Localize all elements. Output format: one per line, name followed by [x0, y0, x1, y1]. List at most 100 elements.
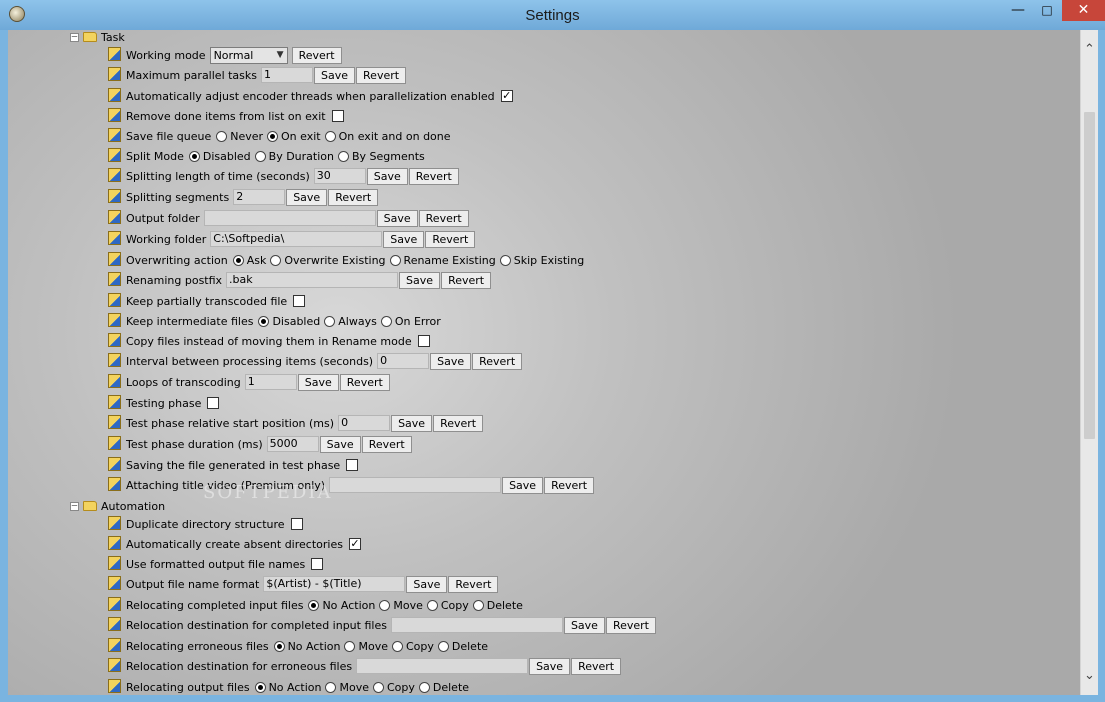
- revert-button[interactable]: Revert: [571, 657, 622, 675]
- radio-copy[interactable]: [426, 599, 438, 611]
- working-mode-select[interactable]: Normal ▼: [209, 46, 288, 64]
- revert-button[interactable]: Revert: [361, 435, 412, 453]
- close-button[interactable]: ✕: [1062, 0, 1105, 21]
- save-button[interactable]: Save: [376, 209, 418, 227]
- radio-ask[interactable]: [232, 254, 244, 266]
- split-length-input[interactable]: 30: [313, 168, 366, 184]
- revert-button[interactable]: Revert: [448, 575, 499, 593]
- radio-no-action[interactable]: [308, 599, 320, 611]
- save-button[interactable]: Save: [297, 373, 339, 391]
- revert-button[interactable]: Revert: [418, 209, 469, 227]
- radio-move[interactable]: [325, 681, 337, 693]
- radio-copy[interactable]: [372, 681, 384, 693]
- radio-disabled[interactable]: [188, 150, 200, 162]
- radio-no-action[interactable]: [273, 640, 285, 652]
- setting-label: Testing phase: [126, 396, 202, 410]
- radio-on-exit-and-done[interactable]: [324, 130, 336, 142]
- radio-overwrite-existing[interactable]: [270, 254, 282, 266]
- save-button[interactable]: Save: [391, 414, 433, 432]
- radio-disabled[interactable]: [258, 315, 270, 327]
- save-button[interactable]: Save: [366, 167, 408, 185]
- collapse-icon[interactable]: –: [70, 501, 79, 511]
- section-automation[interactable]: – Automation: [70, 496, 165, 516]
- working-folder-input[interactable]: C:\Softpedia\: [210, 231, 383, 247]
- setting-icon: [108, 147, 121, 162]
- vertical-scrollbar[interactable]: ⌃ ⌄: [1080, 30, 1098, 695]
- radio-delete[interactable]: [437, 640, 449, 652]
- setting-icon: [108, 515, 121, 530]
- save-button[interactable]: Save: [502, 476, 544, 494]
- reloc-erroneous-dest-input[interactable]: [356, 658, 529, 674]
- revert-button[interactable]: Revert: [441, 271, 492, 289]
- save-button[interactable]: Save: [529, 657, 571, 675]
- save-button[interactable]: Save: [563, 616, 605, 634]
- revert-button[interactable]: Revert: [544, 476, 595, 494]
- radio-move[interactable]: [379, 599, 391, 611]
- radio-move[interactable]: [344, 640, 356, 652]
- output-folder-input[interactable]: [203, 210, 376, 226]
- reloc-completed-dest-input[interactable]: [390, 617, 563, 633]
- save-test-file-checkbox[interactable]: [346, 459, 359, 471]
- radio-copy[interactable]: [391, 640, 403, 652]
- setting-interval: Interval between processing items (secon…: [108, 351, 523, 371]
- revert-button[interactable]: Revert: [408, 167, 459, 185]
- loops-input[interactable]: 1: [244, 374, 297, 390]
- setting-label: Working folder: [126, 232, 207, 246]
- revert-button[interactable]: Revert: [605, 616, 656, 634]
- save-button[interactable]: Save: [430, 352, 472, 370]
- radio-no-action[interactable]: [254, 681, 266, 693]
- revert-button[interactable]: Revert: [356, 66, 407, 84]
- scroll-up-icon[interactable]: ⌃: [1081, 42, 1098, 57]
- revert-button[interactable]: Revert: [339, 373, 390, 391]
- test-duration-input[interactable]: 5000: [266, 436, 319, 452]
- revert-button[interactable]: Revert: [328, 188, 379, 206]
- interval-input[interactable]: 0: [377, 353, 430, 369]
- testing-phase-checkbox[interactable]: [207, 397, 220, 409]
- keep-partial-checkbox[interactable]: [293, 295, 306, 307]
- save-button[interactable]: Save: [406, 575, 448, 593]
- name-format-input[interactable]: $(Artist) - $(Title): [263, 576, 406, 592]
- save-button[interactable]: Save: [399, 271, 441, 289]
- radio-by-segments[interactable]: [338, 150, 349, 162]
- radio-label: Copy: [405, 639, 434, 653]
- auto-adjust-checkbox[interactable]: ✓: [500, 90, 513, 102]
- radio-rename-existing[interactable]: [389, 254, 401, 266]
- save-button[interactable]: Save: [383, 230, 425, 248]
- revert-button[interactable]: Revert: [472, 352, 523, 370]
- remove-done-checkbox[interactable]: [331, 110, 344, 122]
- maximize-button[interactable]: □: [1033, 0, 1061, 21]
- radio-label: No Action: [287, 639, 341, 653]
- collapse-icon[interactable]: –: [70, 32, 79, 42]
- max-parallel-input[interactable]: 1: [261, 67, 314, 83]
- setting-icon: [108, 332, 121, 347]
- radio-delete[interactable]: [418, 681, 430, 693]
- radio-delete[interactable]: [472, 599, 484, 611]
- auto-create-checkbox[interactable]: ✓: [348, 538, 361, 550]
- split-segments-input[interactable]: 2: [233, 189, 286, 205]
- save-button[interactable]: Save: [314, 66, 356, 84]
- revert-button[interactable]: Revert: [291, 46, 342, 64]
- setting-label: Relocation destination for completed inp…: [126, 618, 387, 632]
- radio-on-error[interactable]: [380, 315, 392, 327]
- radio-label: Delete: [451, 639, 489, 653]
- rename-postfix-input[interactable]: .bak: [226, 272, 399, 288]
- setting-icon: [108, 107, 121, 122]
- radio-skip-existing[interactable]: [499, 254, 511, 266]
- test-start-input[interactable]: 0: [338, 415, 391, 431]
- radio-always[interactable]: [324, 315, 336, 327]
- copy-files-checkbox[interactable]: [417, 335, 430, 347]
- radio-on-exit[interactable]: [267, 130, 279, 142]
- minimize-button[interactable]: —: [1004, 0, 1032, 21]
- use-formatted-checkbox[interactable]: [311, 558, 324, 570]
- minimize-icon: —: [1011, 2, 1025, 18]
- revert-button[interactable]: Revert: [433, 414, 484, 432]
- radio-never[interactable]: [216, 130, 228, 142]
- dup-dir-checkbox[interactable]: [290, 518, 303, 530]
- save-button[interactable]: Save: [286, 188, 328, 206]
- scroll-thumb[interactable]: [1084, 112, 1095, 439]
- revert-button[interactable]: Revert: [425, 230, 476, 248]
- scroll-down-icon[interactable]: ⌄: [1081, 668, 1098, 683]
- save-button[interactable]: Save: [319, 435, 361, 453]
- radio-by-duration[interactable]: [254, 150, 266, 162]
- title-video-input[interactable]: [329, 477, 502, 493]
